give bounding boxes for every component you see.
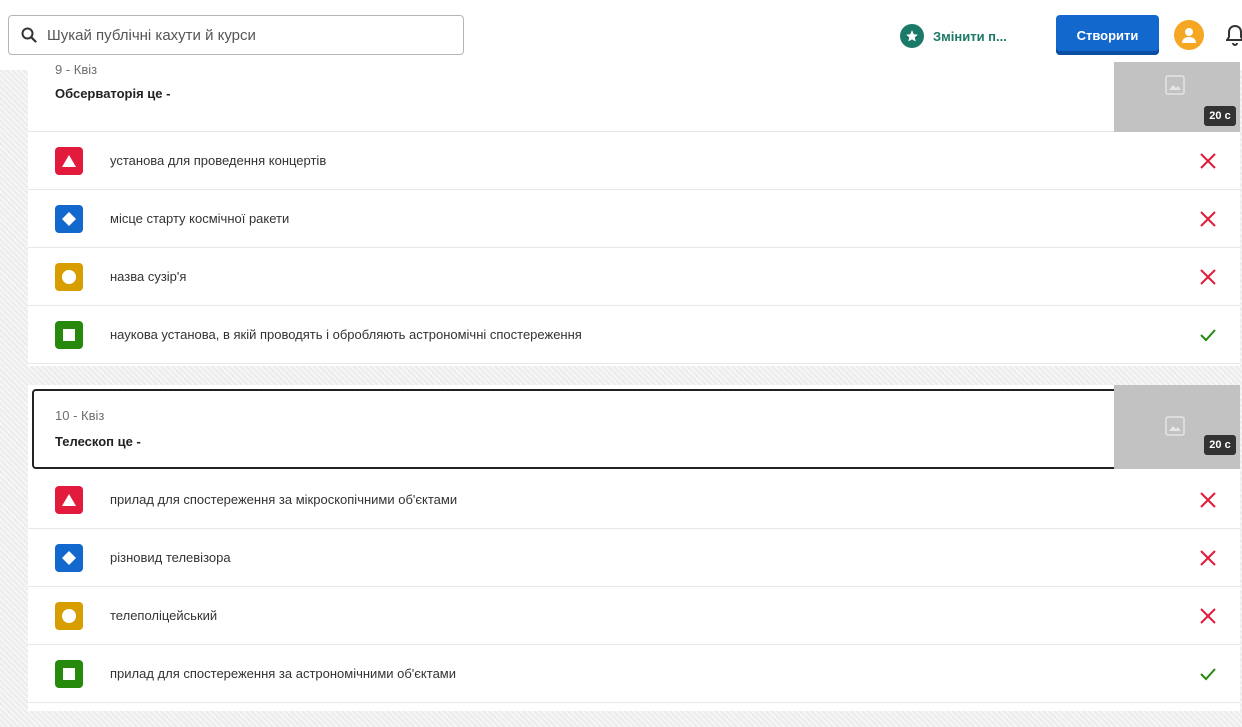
image-icon <box>1165 75 1185 95</box>
wrong-icon <box>1200 491 1216 508</box>
answer-text: прилад для спостереження за астрономічни… <box>110 666 456 681</box>
question-title: Телескоп це - <box>55 434 141 449</box>
image-icon <box>1165 416 1185 436</box>
square-icon <box>55 659 83 688</box>
search-icon <box>21 27 37 43</box>
circle-icon <box>55 262 83 291</box>
answer-text: місце старту космічної ракети <box>110 211 290 226</box>
search-box[interactable] <box>8 15 464 55</box>
answer-row: установа для проведення концертів <box>28 132 1240 190</box>
wrong-icon <box>1200 210 1216 227</box>
answer-row: різновид телевізора <box>28 529 1240 587</box>
diamond-icon <box>55 543 83 572</box>
answer-row: прилад для спостереження за мікроскопічн… <box>28 471 1240 529</box>
check-icon <box>1200 328 1216 341</box>
wrong-icon <box>1200 268 1216 285</box>
star-icon <box>900 24 924 48</box>
answer-row: місце старту космічної ракети <box>28 190 1240 248</box>
answer-text: прилад для спостереження за мікроскопічн… <box>110 492 458 507</box>
answer-row: телеполіцейський <box>28 587 1240 645</box>
square-icon <box>55 320 83 349</box>
question-image[interactable]: 20 с <box>1114 62 1240 132</box>
answer-row: назва сузір'я <box>28 248 1240 306</box>
answer-text: різновид телевізора <box>110 550 231 565</box>
answer-text: наукова установа, в якій проводять і обр… <box>110 327 582 342</box>
answer-text: установа для проведення концертів <box>110 153 327 168</box>
question-image[interactable]: 20 с <box>1114 385 1240 469</box>
triangle-icon <box>55 485 83 514</box>
top-bar: Змінити п... Створити <box>0 0 1242 70</box>
upgrade-label: Змінити п... <box>933 28 1007 44</box>
wrong-icon <box>1200 549 1216 566</box>
time-limit-badge: 20 с <box>1204 435 1236 455</box>
question-card[interactable]: 10 - Квіз Телескоп це - 20 с прилад для … <box>28 385 1240 711</box>
check-icon <box>1200 667 1216 680</box>
search-input[interactable] <box>47 26 447 44</box>
question-header[interactable]: 9 - Квіз Обсерваторія це - 20 с <box>28 62 1240 132</box>
upgrade-link[interactable]: Змінити п... <box>900 24 1007 48</box>
wrong-icon <box>1200 152 1216 169</box>
wrong-icon <box>1200 607 1216 624</box>
answer-text: назва сузір'я <box>110 269 187 284</box>
avatar[interactable] <box>1174 20 1204 50</box>
create-button[interactable]: Створити <box>1056 15 1159 55</box>
bell-icon[interactable] <box>1226 24 1242 46</box>
answer-text: телеполіцейський <box>110 608 218 623</box>
question-type: 10 - Квіз <box>55 408 105 423</box>
user-icon <box>1182 28 1196 43</box>
triangle-icon <box>55 146 83 175</box>
diamond-icon <box>55 204 83 233</box>
question-title: Обсерваторія це - <box>55 86 171 101</box>
question-list: 9 - Квіз Обсерваторія це - 20 с установа… <box>0 62 1242 727</box>
time-limit-badge: 20 с <box>1204 106 1236 126</box>
answer-row: наукова установа, в якій проводять і обр… <box>28 306 1240 364</box>
answer-row: прилад для спостереження за астрономічни… <box>28 645 1240 703</box>
circle-icon <box>55 601 83 630</box>
question-card[interactable]: 9 - Квіз Обсерваторія це - 20 с установа… <box>28 62 1240 366</box>
question-header[interactable]: 10 - Квіз Телескоп це - <box>32 389 1118 469</box>
question-type: 9 - Квіз <box>55 62 98 77</box>
